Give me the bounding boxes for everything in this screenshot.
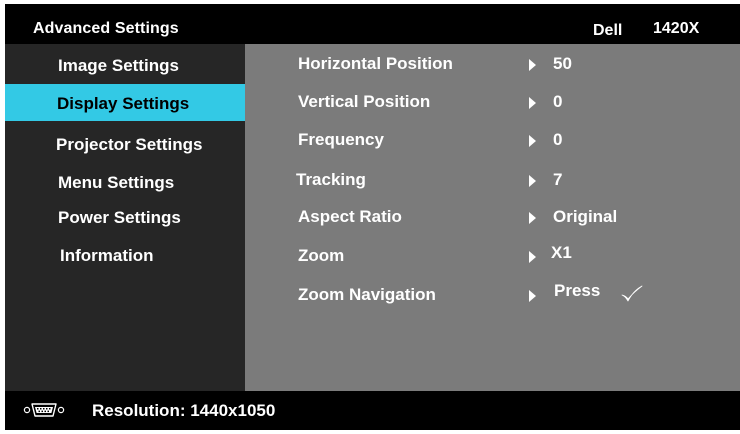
aspect-ratio-row[interactable]: Aspect Ratio Original xyxy=(245,198,740,234)
setting-label: Tracking xyxy=(296,170,366,189)
setting-value: X1 xyxy=(551,243,572,262)
brand-name: Dell xyxy=(593,22,623,39)
setting-label: Frequency xyxy=(298,130,384,149)
arrow-right-icon xyxy=(529,59,536,71)
setting-label: Zoom xyxy=(298,246,345,265)
setting-label: Aspect Ratio xyxy=(298,207,402,226)
model-name: 1420X xyxy=(653,20,700,37)
setting-value: Original xyxy=(553,207,618,226)
frequency-row[interactable]: Frequency 0 xyxy=(245,121,740,157)
arrow-right-icon xyxy=(529,212,536,224)
setting-value: 0 xyxy=(553,130,563,149)
menu-title: Advanced Settings xyxy=(33,20,179,37)
setting-value: Press xyxy=(554,281,601,300)
vertical-position-row[interactable]: Vertical Position 0 xyxy=(245,83,740,119)
sidebar-item-label: Display Settings xyxy=(57,94,190,113)
sidebar-item-information[interactable]: Information xyxy=(5,236,245,273)
zoom-row[interactable]: Zoom X1 xyxy=(245,237,740,273)
checkmark-icon xyxy=(621,285,643,302)
sidebar-item-power-settings[interactable]: Power Settings xyxy=(5,198,245,235)
vga-connector-icon xyxy=(23,403,65,417)
sidebar-item-projector-settings[interactable]: Projector Settings xyxy=(5,125,245,162)
sidebar-item-display-settings[interactable]: Display Settings xyxy=(5,84,245,121)
setting-label: Vertical Position xyxy=(298,92,431,111)
arrow-right-icon xyxy=(529,251,536,263)
status-bar: Resolution: 1440x1050 xyxy=(5,391,740,430)
menu-header: Advanced Settings Dell 1420X xyxy=(5,4,740,44)
sidebar: Image Settings Display Settings Projecto… xyxy=(5,44,245,391)
sidebar-item-label: Image Settings xyxy=(58,56,179,75)
resolution-status: Resolution: 1440x1050 xyxy=(92,401,276,420)
sidebar-item-label: Information xyxy=(60,246,154,265)
zoom-navigation-row[interactable]: Zoom Navigation Press xyxy=(245,276,740,312)
arrow-right-icon xyxy=(529,97,536,109)
setting-value: 50 xyxy=(553,54,572,73)
sidebar-item-label: Projector Settings xyxy=(56,135,203,154)
setting-value: 0 xyxy=(553,92,563,111)
setting-label: Horizontal Position xyxy=(298,54,453,73)
setting-value: 7 xyxy=(553,170,563,189)
tracking-row[interactable]: Tracking 7 xyxy=(245,161,740,197)
sidebar-item-image-settings[interactable]: Image Settings xyxy=(5,46,245,83)
setting-label: Zoom Navigation xyxy=(298,285,436,304)
sidebar-item-label: Menu Settings xyxy=(58,173,175,192)
sidebar-item-label: Power Settings xyxy=(58,208,181,227)
arrow-right-icon xyxy=(529,290,536,302)
horizontal-position-row[interactable]: Horizontal Position 50 xyxy=(245,45,740,81)
sidebar-item-menu-settings[interactable]: Menu Settings xyxy=(5,163,245,200)
display-settings-panel: Horizontal Position 50 Vertical Position… xyxy=(245,44,740,391)
arrow-right-icon xyxy=(529,175,536,187)
arrow-right-icon xyxy=(529,135,536,147)
